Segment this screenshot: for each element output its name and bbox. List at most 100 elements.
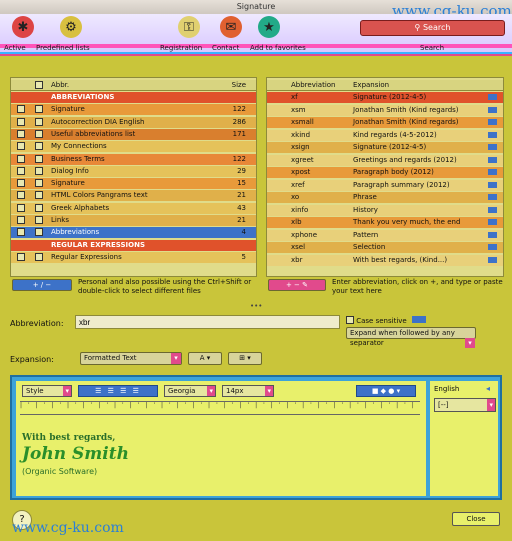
group-enable-checkbox[interactable]: [17, 203, 25, 212]
group-item-label: Links: [51, 216, 69, 224]
format-select[interactable]: Formatted Text ▾: [80, 352, 182, 365]
format-icon: [488, 144, 497, 150]
align-buttons[interactable]: ☰ ☰ ☰ ☰: [78, 385, 158, 397]
group-enable-checkbox[interactable]: [17, 179, 25, 188]
size-select[interactable]: 14px ▾: [222, 385, 274, 397]
abbr-list-item[interactable]: xpost Paragraph body (2012): [267, 167, 503, 178]
abbr-item-abbreviation: xo: [291, 193, 300, 201]
toolbar-lists-button[interactable]: ⚙: [54, 16, 88, 39]
special-icon: ⊞ ▾: [239, 354, 251, 362]
search-icon: ⚲: [414, 23, 423, 32]
tb-label-lists: Predefined lists: [36, 44, 90, 52]
group-enable-checkbox[interactable]: [17, 252, 25, 261]
abbr-list-item[interactable]: xsel Selection: [267, 242, 503, 253]
abbr-list-item[interactable]: xsign Signature (2012-4-5): [267, 142, 503, 153]
group-select-checkbox[interactable]: [35, 179, 43, 188]
abbr-list-item[interactable]: xsmall Jonathan Smith (Kind regards): [267, 117, 503, 128]
group-enable-checkbox[interactable]: [17, 228, 25, 237]
group-item-size: 122: [232, 105, 246, 114]
group-enable-checkbox[interactable]: [17, 142, 25, 151]
abbr-list-item[interactable]: xphone Pattern: [267, 229, 503, 241]
group-select-checkbox[interactable]: [35, 166, 43, 175]
expand-mode-value: Expand when followed by any separator: [350, 329, 455, 347]
group-select-checkbox[interactable]: [35, 129, 43, 138]
group-list-item[interactable]: Regular Expressions 5: [11, 251, 256, 263]
select-all-checkbox[interactable]: [35, 81, 43, 89]
group-header-row[interactable]: ABBREVIATIONS: [11, 92, 256, 103]
toolbar-favorites-button[interactable]: ★: [252, 16, 286, 39]
abbr-item-expansion: Thank you very much, the end: [353, 218, 461, 226]
group-list-item[interactable]: Links 21: [11, 215, 256, 226]
abbr-add-button[interactable]: + − ✎: [268, 279, 326, 291]
group-select-checkbox[interactable]: [35, 203, 43, 212]
abbr-item-abbreviation: xbr: [291, 255, 303, 264]
group-list-item[interactable]: Dialog Info 29: [11, 165, 256, 177]
language-label: English: [434, 385, 460, 393]
abbr-list-item[interactable]: xref Paragraph summary (2012): [267, 179, 503, 191]
search-button[interactable]: ⚲ Search: [360, 20, 505, 36]
abbr-item-expansion: History: [353, 205, 378, 214]
toolbar-registration-button[interactable]: ⚿: [172, 16, 206, 39]
group-list-item[interactable]: HTML Colors Pangrams text 21: [11, 190, 256, 202]
group-list-item[interactable]: Autocorrection DIA English 286: [11, 116, 256, 128]
language-select[interactable]: [--] ▾: [434, 398, 496, 412]
group-select-checkbox[interactable]: [35, 191, 43, 200]
group-list-item[interactable]: Signature 15: [11, 178, 256, 190]
group-select-checkbox[interactable]: [35, 252, 43, 261]
abbr-list-item[interactable]: xkind Kind regards (4-5-2012): [267, 129, 503, 141]
group-select-checkbox[interactable]: [35, 216, 43, 224]
abbr-item-abbreviation: xinfo: [291, 205, 309, 214]
group-select-checkbox[interactable]: [35, 154, 43, 163]
abbreviation-input[interactable]: [75, 315, 340, 329]
group-item-label: Abbreviations: [51, 228, 100, 237]
abbr-list-item[interactable]: xlb Thank you very much, the end: [267, 217, 503, 228]
abbr-list-item[interactable]: xf Signature (2012-4-5): [267, 92, 503, 103]
abbr-list-item[interactable]: xgreet Greetings and regards (2012): [267, 154, 503, 166]
group-enable-checkbox[interactable]: [17, 154, 25, 163]
group-item-label: Greek Alphabets: [51, 203, 110, 212]
toolbar-contact-button[interactable]: ✉: [214, 16, 248, 39]
expand-mode-select[interactable]: Expand when followed by any separator ▾: [346, 327, 476, 348]
group-item-label: Business Terms: [51, 154, 105, 163]
abbr-list-item[interactable]: xsm Jonathan Smith (Kind regards): [267, 104, 503, 116]
key-icon: ⚿: [178, 16, 200, 38]
close-button[interactable]: Close: [452, 512, 500, 526]
group-list-item[interactable]: My Connections: [11, 141, 256, 153]
group-enable-checkbox[interactable]: [17, 191, 25, 200]
group-list-item[interactable]: Greek Alphabets 43: [11, 202, 256, 214]
group-list-item[interactable]: Abbreviations 4: [11, 227, 256, 239]
group-header-row[interactable]: REGULAR EXPRESSIONS: [11, 239, 256, 251]
group-add-button[interactable]: + / −: [12, 279, 72, 291]
abbr-item-expansion: Paragraph summary (2012): [353, 180, 450, 189]
insert-special-button[interactable]: ⊞ ▾: [228, 352, 262, 365]
group-select-checkbox[interactable]: [35, 117, 43, 126]
group-enable-checkbox[interactable]: [17, 129, 25, 138]
group-select-checkbox[interactable]: [35, 105, 43, 114]
language-toggle-icon[interactable]: ◂: [486, 384, 490, 393]
abbr-list-item[interactable]: xinfo History: [267, 204, 503, 216]
header-abbr: Abbr.: [51, 81, 70, 89]
group-item-size: 5: [241, 252, 246, 261]
color-buttons[interactable]: ■ ◆ ● ▾: [356, 385, 416, 397]
group-list-item[interactable]: Signature 122: [11, 104, 256, 116]
group-select-checkbox[interactable]: [35, 142, 43, 151]
abbr-list-item[interactable]: xo Phrase: [267, 192, 503, 203]
editor-area[interactable]: Style ▾ ☰ ☰ ☰ ☰ Georgia ▾ 14px ▾ ■ ◆ ● ▾ |ˈ…: [16, 381, 426, 496]
group-enable-checkbox[interactable]: [17, 105, 25, 114]
insert-icon: A ▾: [199, 354, 211, 362]
toolbar-active-button[interactable]: ✱: [6, 16, 40, 39]
insert-field-button[interactable]: A ▾: [188, 352, 222, 365]
splitter-handle[interactable]: •••: [250, 302, 262, 310]
case-sensitive-option[interactable]: Case sensitive: [346, 315, 426, 325]
style-select[interactable]: Style ▾: [22, 385, 72, 397]
abbr-list-item[interactable]: xbr With best regards, (Kind...): [267, 254, 503, 266]
case-sensitive-checkbox[interactable]: [346, 316, 354, 324]
group-select-checkbox[interactable]: [35, 228, 43, 237]
group-enable-checkbox[interactable]: [17, 216, 25, 224]
group-enable-checkbox[interactable]: [17, 166, 25, 175]
group-list-item[interactable]: Business Terms 122: [11, 153, 256, 165]
group-header-label: ABBREVIATIONS: [51, 93, 115, 101]
group-enable-checkbox[interactable]: [17, 117, 25, 126]
font-select[interactable]: Georgia ▾: [164, 385, 216, 397]
group-list-item[interactable]: Useful abbreviations list 171: [11, 128, 256, 140]
